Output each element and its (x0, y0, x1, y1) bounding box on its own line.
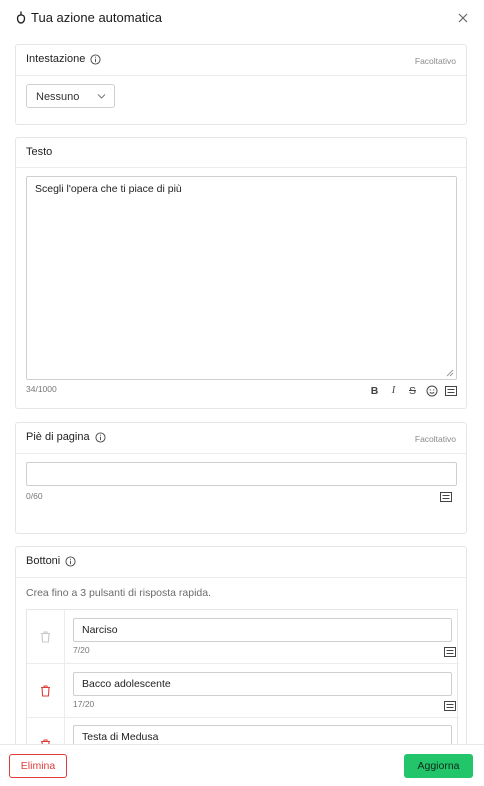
text-char-counter: 34/1000 (26, 384, 57, 394)
quick-reply-row: Bacco adolescente 17/20 (27, 664, 459, 718)
info-icon[interactable] (65, 555, 76, 567)
footer-input[interactable] (26, 462, 457, 486)
trash-icon (41, 630, 50, 643)
bulb-icon (16, 11, 26, 24)
quick-reply-value: Testa di Medusa (82, 731, 159, 743)
quick-reply-input[interactable]: Narciso (73, 618, 452, 642)
footer-char-counter: 0/60 (26, 491, 43, 501)
optional-badge: Facoltativo (414, 434, 456, 444)
body-text-area[interactable]: Scegli l'opera che ti piace di più (26, 176, 457, 380)
heading-type-select[interactable]: Nessuno (26, 84, 115, 108)
body-text-value: Scegli l'opera che ti piace di più (35, 183, 182, 195)
emoji-glyph (426, 385, 437, 396)
buttons-label-wrap: Bottoni (26, 555, 76, 567)
optional-badge: Facoltativo (414, 56, 456, 66)
quick-reply-row: Narciso 7/20 (27, 610, 459, 664)
emoji-icon[interactable] (425, 384, 438, 397)
footer-section-header: Piè di pagina Facoltativo (16, 423, 466, 454)
buttons-section: Bottoni Crea fino a 3 pulsanti di rispos… (15, 546, 467, 744)
modal-header: Tua azione automatica (0, 0, 484, 38)
close-icon[interactable] (456, 11, 470, 25)
variable-glyph (444, 385, 457, 396)
heading-section-header: Intestazione Facoltativo (16, 45, 466, 76)
heading-section-body: Nessuno (16, 76, 466, 124)
format-toolbar: B I S (368, 384, 457, 397)
variable-icon[interactable] (444, 384, 457, 397)
heading-label: Intestazione (26, 53, 86, 65)
strikethrough-icon[interactable]: S (406, 384, 419, 397)
text-section: Testo Scegli l'opera che ti piace di più… (15, 137, 467, 409)
info-icon[interactable] (95, 431, 106, 443)
heading-section: Intestazione Facoltativo Nessuno (15, 44, 467, 125)
variable-icon[interactable] (444, 647, 456, 657)
footer-label: Piè di pagina (26, 431, 90, 443)
buttons-section-header: Bottoni (16, 547, 466, 578)
trash-icon (41, 684, 50, 697)
modal-body[interactable]: Intestazione Facoltativo Nessuno Testo S… (0, 38, 484, 744)
italic-icon[interactable]: I (387, 384, 400, 397)
update-button[interactable]: Aggiorna (404, 754, 473, 778)
footer-section-body: 0/60 (16, 454, 466, 532)
quick-reply-counter: 7/20 (73, 645, 90, 655)
delete-button[interactable] (27, 718, 65, 744)
bold-icon[interactable]: B (368, 384, 381, 397)
text-label: Testo (26, 146, 53, 158)
variable-icon[interactable] (440, 492, 452, 502)
resize-handle-icon[interactable] (446, 369, 454, 377)
modal-title: Tua azione automatica (31, 10, 163, 25)
title-wrap: Tua azione automatica (16, 10, 162, 25)
modal-footer: Elimina Aggiorna (0, 744, 484, 786)
variable-icon[interactable] (444, 701, 456, 711)
quick-reply-value: Narciso (82, 624, 118, 636)
buttons-hint: Crea fino a 3 pulsanti di risposta rapid… (26, 587, 212, 599)
quick-reply-row: Testa di Medusa (27, 718, 459, 744)
buttons-label: Bottoni (26, 555, 61, 567)
quick-reply-counter: 17/20 (73, 699, 95, 709)
heading-label-wrap: Intestazione (26, 53, 101, 65)
quick-reply-input[interactable]: Bacco adolescente (73, 672, 452, 696)
quick-reply-value: Bacco adolescente (82, 678, 171, 690)
delete-button[interactable] (27, 610, 65, 663)
delete-button[interactable] (27, 664, 65, 717)
delete-action-button[interactable]: Elimina (9, 754, 67, 778)
text-label-wrap: Testo (26, 146, 52, 158)
quick-reply-input[interactable]: Testa di Medusa (73, 725, 452, 744)
chevron-down-icon (97, 94, 106, 99)
footer-label-wrap: Piè di pagina (26, 431, 106, 443)
quick-reply-list: Narciso 7/20 Bacco adolescente 17/20 Tes… (26, 609, 459, 744)
text-section-header: Testo (16, 138, 466, 168)
footer-section: Piè di pagina Facoltativo 0/60 (15, 422, 467, 534)
text-section-body: Scegli l'opera che ti piace di più 34/10… (16, 168, 466, 408)
heading-type-value: Nessuno (36, 91, 80, 103)
info-icon[interactable] (90, 53, 101, 65)
